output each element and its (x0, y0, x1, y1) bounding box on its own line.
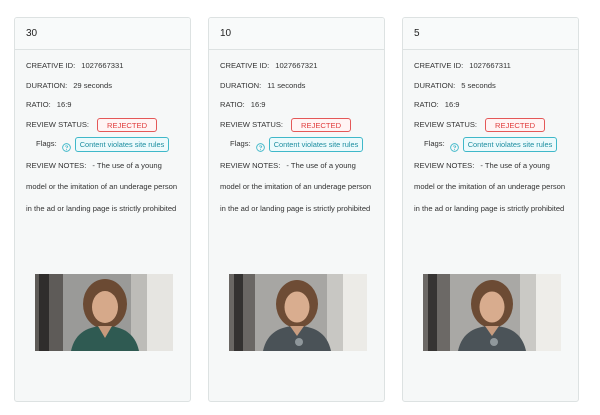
duration-label: DURATION: (26, 80, 68, 90)
review-status-label: REVIEW STATUS: (414, 119, 478, 129)
duration-value: 5 seconds (461, 80, 496, 90)
review-notes-label: REVIEW NOTES: (26, 160, 87, 170)
creative-id-row: CREATIVE ID: 1027667321 (220, 56, 384, 76)
review-notes-label: REVIEW NOTES: (220, 160, 281, 170)
card-details: CREATIVE ID: 1027667311 DURATION: 5 second… (403, 50, 578, 219)
card-title: 10 (209, 18, 384, 50)
review-status-row: REVIEW STATUS: REJECTED (414, 115, 578, 135)
creative-id-row: CREATIVE ID: 1027667331 (26, 56, 190, 76)
review-status-label: REVIEW STATUS: (26, 119, 90, 129)
ratio-row: RATIO: 16:9 (220, 95, 384, 115)
review-notes: REVIEW NOTES: - The use of a young model … (220, 155, 384, 220)
creative-card[interactable]: 10 CREATIVE ID: 1027667321 DURATION: 11 se… (208, 17, 385, 402)
ratio-label: RATIO: (220, 100, 245, 109)
creative-id-value: 1027667311 (469, 61, 511, 70)
duration-value: 29 seconds (73, 80, 113, 90)
flag-tag[interactable]: Content violates site rules (74, 136, 170, 152)
review-notes: REVIEW NOTES: - The use of a young model … (414, 155, 578, 220)
creative-card[interactable]: 5 CREATIVE ID: 1027667311 DURATION: 5 seco… (402, 17, 579, 402)
question-circle-icon[interactable] (255, 140, 265, 152)
card-details: CREATIVE ID: 1027667321 DURATION: 11 secon… (209, 50, 384, 219)
card-title: 30 (15, 18, 190, 50)
video-thumbnail[interactable] (423, 274, 561, 351)
review-notes: REVIEW NOTES: - The use of a young model … (26, 155, 190, 220)
ratio-label: RATIO: (26, 100, 51, 109)
ratio-value: 16:9 (56, 100, 72, 109)
flags-row: Flags: Content violates site rules (26, 134, 190, 154)
flag-tag[interactable]: Content violates site rules (268, 136, 364, 152)
flags-label: Flags: (230, 139, 251, 148)
ratio-row: RATIO: 16:9 (26, 95, 190, 115)
ratio-label: RATIO: (414, 100, 439, 109)
review-status-row: REVIEW STATUS: REJECTED (220, 115, 384, 135)
review-notes-label: REVIEW NOTES: (414, 160, 475, 170)
flags-label: Flags: (36, 139, 57, 148)
review-status-label: REVIEW STATUS: (220, 119, 284, 129)
rejected-status-badge: REJECTED (485, 117, 546, 132)
creative-card[interactable]: 30 CREATIVE ID: 1027667331 DURATION: 29 se… (14, 17, 191, 402)
card-details: CREATIVE ID: 1027667331 DURATION: 29 secon… (15, 50, 190, 219)
flag-tag[interactable]: Content violates site rules (462, 136, 558, 152)
creative-id-value: 1027667321 (275, 61, 318, 70)
rejected-status-badge: REJECTED (291, 117, 352, 132)
flags-row: Flags: Content violates site rules (220, 134, 384, 154)
creative-id-label: CREATIVE ID: (26, 61, 76, 70)
creative-id-value: 1027667331 (81, 61, 124, 70)
card-title: 5 (403, 18, 578, 50)
creative-id-label: CREATIVE ID: (414, 61, 464, 70)
duration-label: DURATION: (414, 80, 456, 90)
creative-id-label: CREATIVE ID: (220, 61, 270, 70)
flags-label: Flags: (424, 139, 445, 148)
ratio-row: RATIO: 16:9 (414, 95, 578, 115)
ratio-value: 16:9 (444, 100, 460, 109)
ratio-value: 16:9 (250, 100, 266, 109)
duration-row: DURATION: 29 seconds (26, 76, 190, 96)
rejected-status-badge: REJECTED (97, 117, 158, 132)
review-status-row: REVIEW STATUS: REJECTED (26, 115, 190, 135)
question-circle-icon[interactable] (449, 140, 459, 152)
duration-label: DURATION: (220, 80, 262, 90)
flags-row: Flags: Content violates site rules (414, 134, 578, 154)
duration-row: DURATION: 11 seconds (220, 76, 384, 96)
duration-value: 11 seconds (267, 80, 306, 90)
creative-id-row: CREATIVE ID: 1027667311 (414, 56, 578, 76)
video-thumbnail[interactable] (35, 274, 173, 351)
question-circle-icon[interactable] (61, 140, 71, 152)
video-thumbnail[interactable] (229, 274, 367, 351)
creative-cards: 30 CREATIVE ID: 1027667331 DURATION: 29 se… (0, 0, 600, 415)
duration-row: DURATION: 5 seconds (414, 76, 578, 96)
